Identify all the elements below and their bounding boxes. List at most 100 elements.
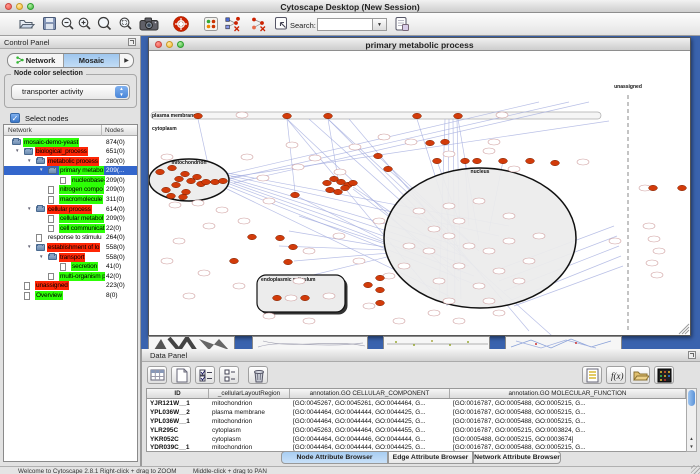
selected-network-node[interactable] bbox=[433, 158, 442, 163]
select-nodes-checkbox[interactable]: ✓ bbox=[10, 113, 20, 123]
selected-network-node[interactable] bbox=[168, 165, 177, 170]
network-node[interactable] bbox=[473, 198, 485, 204]
network-node[interactable] bbox=[303, 318, 315, 324]
save-icon[interactable] bbox=[42, 16, 57, 32]
network-node[interactable] bbox=[483, 148, 495, 154]
network-node[interactable] bbox=[353, 258, 365, 264]
selected-network-node[interactable] bbox=[248, 234, 257, 239]
tab-node-attribute-browser[interactable]: Node Attribute Browser bbox=[281, 451, 388, 464]
open-folder-icon[interactable] bbox=[18, 16, 35, 32]
selected-network-node[interactable] bbox=[384, 166, 393, 171]
table-row[interactable]: YPL036W__2plasma membrane[GO:0044464, GO… bbox=[147, 408, 686, 417]
tree-row[interactable]: ▼transport558(0) bbox=[4, 252, 137, 262]
select-attributes-button[interactable] bbox=[195, 366, 215, 384]
tree-row[interactable]: multi-organism pro42(0) bbox=[4, 271, 137, 281]
tree-row[interactable]: cell communicat22(0) bbox=[4, 223, 137, 233]
unselect-attributes-button[interactable] bbox=[219, 366, 239, 384]
network-node[interactable] bbox=[503, 213, 515, 219]
selected-network-node[interactable] bbox=[284, 259, 293, 264]
network-node[interactable] bbox=[349, 144, 361, 150]
network-node[interactable] bbox=[323, 293, 335, 299]
node-color-dropdown[interactable]: transporter activity ▲▼ bbox=[11, 84, 130, 100]
selected-network-node[interactable] bbox=[334, 189, 343, 194]
table-grid-button[interactable] bbox=[147, 366, 167, 384]
selected-network-node[interactable] bbox=[291, 192, 300, 197]
tree-row[interactable]: ▼metabolic process280(0) bbox=[4, 156, 137, 166]
network-view-window[interactable]: primary metabolic process mitochondrionn… bbox=[148, 37, 691, 336]
selected-network-node[interactable] bbox=[276, 235, 285, 240]
network-node[interactable] bbox=[423, 248, 435, 254]
selected-network-node[interactable] bbox=[283, 113, 292, 118]
tree-row[interactable]: unassigned223(0) bbox=[4, 281, 137, 291]
network-node[interactable] bbox=[428, 226, 440, 232]
network-node[interactable] bbox=[493, 268, 505, 274]
scrollbar-thumb[interactable] bbox=[688, 390, 695, 406]
zoom-selected-icon[interactable] bbox=[118, 16, 134, 32]
table-row[interactable]: YJR121W__1mitochondrion[GO:0045267, GO:0… bbox=[147, 399, 686, 408]
network-node[interactable] bbox=[463, 243, 475, 249]
selected-network-node[interactable] bbox=[526, 158, 535, 163]
tree-row[interactable]: response to stimulu264(0) bbox=[4, 233, 137, 243]
selected-network-node[interactable] bbox=[324, 113, 333, 118]
network-node[interactable] bbox=[236, 112, 248, 118]
tree-row[interactable]: Overview8(0) bbox=[4, 291, 137, 301]
selected-network-node[interactable] bbox=[156, 169, 165, 174]
network-node[interactable] bbox=[403, 243, 415, 249]
selected-network-node[interactable] bbox=[162, 187, 171, 192]
float-panel-icon[interactable] bbox=[128, 38, 136, 46]
help-lifesaver-icon[interactable] bbox=[173, 16, 189, 32]
selected-network-node[interactable] bbox=[172, 182, 181, 187]
selected-network-node[interactable] bbox=[374, 153, 383, 158]
background-window-4[interactable] bbox=[505, 336, 622, 349]
network-node[interactable] bbox=[648, 236, 660, 242]
network-node[interactable] bbox=[285, 295, 297, 301]
selected-network-node[interactable] bbox=[364, 282, 373, 287]
network-node[interactable] bbox=[303, 248, 315, 254]
expander-icon[interactable]: ▼ bbox=[27, 158, 31, 163]
selected-network-node[interactable] bbox=[182, 189, 191, 194]
selected-network-node[interactable] bbox=[461, 158, 470, 163]
network-node[interactable] bbox=[453, 318, 465, 324]
expander-icon[interactable]: ▼ bbox=[15, 148, 19, 153]
selected-network-node[interactable] bbox=[211, 179, 220, 184]
selected-network-node[interactable] bbox=[181, 171, 190, 176]
selected-network-node[interactable] bbox=[273, 295, 282, 300]
column-header[interactable]: ID bbox=[147, 389, 209, 398]
tree-row[interactable]: macromolecule311(0) bbox=[4, 195, 137, 205]
tabs-overflow-arrow[interactable]: ▶ bbox=[120, 54, 133, 67]
expander-icon[interactable]: ▼ bbox=[27, 244, 31, 249]
network-node[interactable] bbox=[443, 203, 455, 209]
mosaic-icon[interactable] bbox=[203, 16, 219, 32]
network-node[interactable] bbox=[646, 260, 658, 266]
selected-network-node[interactable] bbox=[551, 160, 560, 165]
table-row[interactable]: YLR295Ccytoplasm[GO:0045263, GO:0044464,… bbox=[147, 426, 686, 435]
network-edge[interactable] bbox=[287, 119, 295, 192]
network-canvas[interactable]: mitochondrionnucleusendoplasmic reticulu… bbox=[149, 51, 690, 335]
network-node[interactable] bbox=[241, 154, 253, 160]
network-node[interactable] bbox=[533, 233, 545, 239]
network-node[interactable] bbox=[263, 198, 275, 204]
function-builder-button[interactable]: f(x) bbox=[606, 366, 626, 384]
tree-row[interactable]: cellular metabol209(0) bbox=[4, 214, 137, 224]
selected-network-node[interactable] bbox=[649, 185, 658, 190]
network-node[interactable] bbox=[513, 278, 525, 284]
zoom-out-icon[interactable] bbox=[60, 16, 76, 32]
network-node[interactable] bbox=[428, 310, 440, 316]
network-node[interactable] bbox=[173, 238, 185, 244]
network-node[interactable] bbox=[216, 207, 228, 213]
network-window-titlebar[interactable]: primary metabolic process bbox=[149, 38, 690, 51]
table-scrollbar[interactable]: ▲▼ bbox=[686, 388, 697, 452]
selected-network-node[interactable] bbox=[349, 180, 358, 185]
selected-network-node[interactable] bbox=[441, 139, 450, 144]
selected-network-node[interactable] bbox=[341, 185, 350, 190]
search-input[interactable] bbox=[317, 18, 372, 31]
selected-network-node[interactable] bbox=[323, 180, 332, 185]
network-node[interactable] bbox=[493, 310, 505, 316]
layout-network-1-icon[interactable] bbox=[224, 16, 242, 32]
network-node[interactable] bbox=[503, 238, 515, 244]
network-node[interactable] bbox=[651, 272, 663, 278]
network-node[interactable] bbox=[413, 208, 425, 214]
selected-network-node[interactable] bbox=[219, 178, 228, 183]
selected-network-node[interactable] bbox=[426, 140, 435, 145]
network-node[interactable] bbox=[161, 258, 173, 264]
